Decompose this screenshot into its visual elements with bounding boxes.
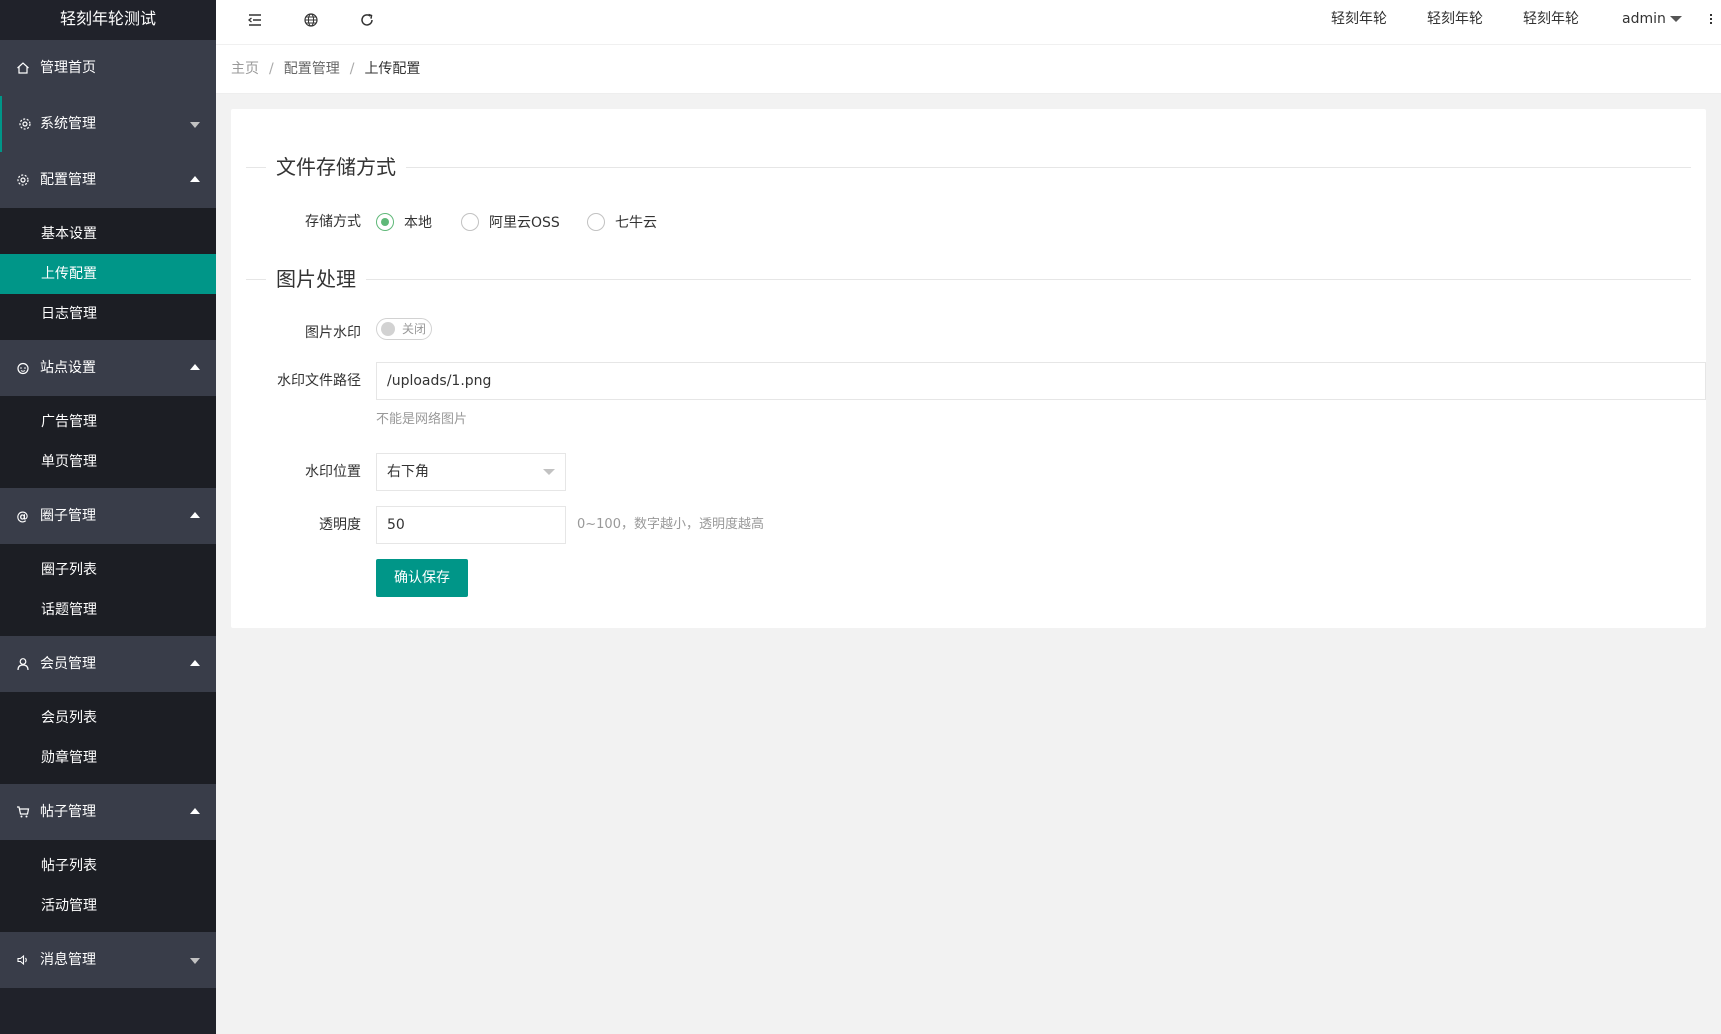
breadcrumb-current: 上传配置 [364,61,421,77]
sidebar-item-posts[interactable]: 帖子管理 [0,784,216,840]
breadcrumb-bar: 主页 / 配置管理 / 上传配置 [216,45,1721,94]
sidebar-item-label: 配置管理 [40,172,96,188]
save-button[interactable]: 确认保存 [376,559,468,597]
sidebar-subitem-activities[interactable]: 活动管理 [0,886,216,926]
section-title-storage: 文件存储方式 [266,153,406,181]
chevron-down-icon [543,469,555,475]
position-label: 水印位置 [305,464,361,480]
sidebar-item-label: 帖子管理 [40,804,96,820]
submenu-site-settings: 广告管理 单页管理 [0,396,216,488]
position-select[interactable]: 右下角 [376,453,566,491]
sidebar-subitem-topics[interactable]: 话题管理 [0,590,216,630]
breadcrumb-config[interactable]: 配置管理 [284,61,340,77]
chevron-up-icon [190,512,200,518]
sidebar-subitem-post-list[interactable]: 帖子列表 [0,846,216,886]
app-logo[interactable]: 轻刻年轮测试 [0,0,216,40]
user-icon [16,636,30,692]
sidebar-subitem-medals[interactable]: 勋章管理 [0,738,216,778]
chevron-up-icon [190,364,200,370]
svg-text:@: @ [17,510,29,524]
section-image: 图片处理 [246,265,1691,293]
toggle-knob [381,322,395,336]
sidebar-item-config[interactable]: 配置管理 [0,152,216,208]
watermark-path-label: 水印文件路径 [277,373,361,389]
storage-radio-qiniu[interactable]: 七牛云 [587,203,657,241]
submenu-members: 会员列表 勋章管理 [0,692,216,784]
upload-config-card: 文件存储方式 存储方式 本地 阿里云OSS 七牛云 图片处理 图片水印 关闭 水… [231,109,1706,628]
sidebar-item-label: 系统管理 [40,116,96,132]
watermark-path-hint: 不能是网络图片 [376,412,468,427]
sidebar-item-label: 会员管理 [40,656,96,672]
chevron-up-icon [190,660,200,666]
storage-label: 存储方式 [305,214,361,230]
chevron-down-icon [1669,16,1682,22]
opacity-hint: 0~100，数字越小，透明度越高 [577,517,764,532]
top-header: 轻刻年轮 轻刻年轮 轻刻年轮 admin [216,0,1721,45]
sidebar-item-home[interactable]: 管理首页 [0,40,216,96]
cart-icon [16,784,30,840]
submenu-posts: 帖子列表 活动管理 [0,840,216,932]
user-menu[interactable]: admin [1622,0,1682,40]
breadcrumb-separator: / [269,61,274,77]
chevron-up-icon [190,808,200,814]
at-icon: @ [16,488,30,544]
sidebar-subitem-log-management[interactable]: 日志管理 [0,294,216,334]
sidebar-subitem-basic-settings[interactable]: 基本设置 [0,214,216,254]
sidebar-item-label: 管理首页 [40,60,96,76]
gear-icon [16,152,30,208]
storage-radio-local[interactable]: 本地 [376,203,432,241]
radio-unchecked-icon [587,213,605,231]
radio-unchecked-icon [461,213,479,231]
sidebar-subitem-ads[interactable]: 广告管理 [0,402,216,442]
sidebar-subitem-upload-config[interactable]: 上传配置 [0,254,216,294]
chevron-up-icon [190,176,200,182]
refresh-icon[interactable] [350,0,384,40]
submenu-circles: 圈子列表 话题管理 [0,544,216,636]
sidebar: 轻刻年轮测试 管理首页 系统管理 配置管理 基本设置 上传配置 日志管理 站点设… [0,0,216,1034]
sidebar-item-site-settings[interactable]: 站点设置 [0,340,216,396]
watermark-label: 图片水印 [305,325,361,341]
header-link-2[interactable]: 轻刻年轮 [1427,0,1483,40]
opacity-input[interactable]: 50 [376,506,566,544]
breadcrumb-separator: / [349,61,355,77]
breadcrumb: 主页 / 配置管理 / 上传配置 [231,45,420,93]
header-link-1[interactable]: 轻刻年轮 [1331,0,1387,40]
sidebar-subitem-circle-list[interactable]: 圈子列表 [0,550,216,590]
chevron-down-icon [190,122,200,128]
more-icon[interactable] [1709,12,1713,26]
speaker-icon [16,932,30,988]
sidebar-item-label: 圈子管理 [40,508,96,524]
gear-icon [18,96,32,152]
sidebar-item-label: 站点设置 [40,360,96,376]
opacity-label: 透明度 [319,517,361,533]
watermark-toggle[interactable]: 关闭 [376,318,432,340]
sidebar-subitem-pages[interactable]: 单页管理 [0,442,216,482]
chevron-down-icon [190,958,200,964]
sidebar-item-messages[interactable]: 消息管理 [0,932,216,988]
breadcrumb-home[interactable]: 主页 [231,61,259,77]
sidebar-item-label: 消息管理 [40,952,96,968]
watermark-path-input[interactable]: /uploads/1.png [376,362,1706,400]
storage-radio-aliyun-oss[interactable]: 阿里云OSS [461,203,560,241]
globe-icon[interactable] [294,0,328,40]
sidebar-item-members[interactable]: 会员管理 [0,636,216,692]
header-link-3[interactable]: 轻刻年轮 [1523,0,1579,40]
sidebar-item-system[interactable]: 系统管理 [0,96,216,152]
face-icon [16,340,30,396]
sidebar-subitem-member-list[interactable]: 会员列表 [0,698,216,738]
sidebar-item-circles[interactable]: @ 圈子管理 [0,488,216,544]
menu-shrink-icon[interactable] [238,0,272,40]
home-icon [16,40,30,96]
section-storage: 文件存储方式 [246,153,1691,181]
user-name: admin [1622,11,1666,27]
submenu-config: 基本设置 上传配置 日志管理 [0,208,216,340]
position-select-value: 右下角 [387,464,429,480]
radio-checked-icon [376,213,394,231]
section-title-image: 图片处理 [266,265,366,293]
